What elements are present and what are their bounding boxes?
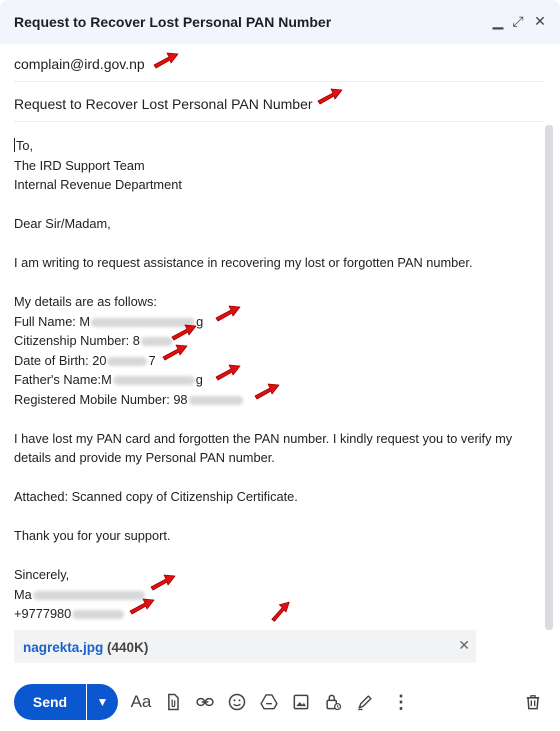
compose-titlebar: Request to Recover Lost Personal PAN Num… — [0, 0, 560, 44]
compose-title: Request to Recover Lost Personal PAN Num… — [14, 14, 332, 30]
greeting-line: To, — [16, 138, 34, 153]
emoji-icon[interactable] — [225, 690, 249, 714]
redacted-blur — [72, 610, 125, 620]
address-line-1: The IRD Support Team — [14, 157, 145, 173]
annotation-arrow-icon — [215, 364, 241, 381]
attached-note: Attached: Scanned copy of Citizenship Ce… — [14, 489, 298, 504]
salutation-line: Dear Sir/Madam, — [14, 216, 111, 231]
annotation-arrow-icon — [268, 601, 294, 623]
expand-icon[interactable]: ⤢ — [508, 10, 528, 32]
remove-attachment-icon[interactable]: ✕ — [458, 637, 470, 654]
annotation-arrow-icon — [171, 324, 197, 341]
subject-field[interactable]: Request to Recover Lost Personal PAN Num… — [14, 84, 544, 122]
link-icon[interactable] — [193, 690, 217, 714]
full-name-line: Full Name: Mg — [14, 313, 204, 329]
dob-line: Date of Birth: 20 7 — [14, 352, 156, 368]
request-line-1: I have lost my PAN card and forgotten th… — [14, 430, 513, 446]
subject-text[interactable]: Request to Recover Lost Personal PAN Num… — [14, 96, 313, 112]
annotation-arrow-icon — [162, 344, 188, 361]
drive-icon[interactable] — [257, 690, 281, 714]
text-caret — [14, 138, 15, 152]
attachment-size: (440K) — [107, 640, 149, 655]
closing-line: Sincerely, — [14, 567, 70, 582]
signature-pen-icon[interactable] — [353, 690, 377, 714]
message-body[interactable]: To, The IRD Support Team Internal Revenu… — [14, 136, 534, 624]
redacted-blur — [188, 395, 243, 405]
redacted-blur — [112, 376, 195, 386]
close-icon[interactable]: ✕ — [530, 10, 550, 32]
send-button[interactable]: Send — [14, 684, 86, 720]
attachment-name[interactable]: nagrekta.jpg (440K) — [23, 640, 148, 655]
more-options-icon[interactable]: ⋮ — [389, 690, 413, 714]
confidential-lock-icon[interactable] — [321, 690, 345, 714]
request-line-2: details and provide my Personal PAN numb… — [14, 450, 275, 465]
photo-icon[interactable] — [289, 690, 313, 714]
annotation-arrow-icon — [254, 383, 280, 400]
delete-trash-icon[interactable] — [521, 690, 545, 714]
annotation-arrow-icon — [153, 52, 179, 69]
send-options-icon[interactable]: ▼ — [87, 684, 118, 720]
redacted-blur — [107, 356, 148, 366]
annotation-arrow-icon — [129, 598, 155, 615]
annotation-arrow-icon — [215, 305, 241, 322]
attach-file-icon[interactable] — [161, 690, 185, 714]
to-recipient[interactable]: complain@ird.gov.np — [14, 56, 145, 72]
to-field[interactable]: complain@ird.gov.np — [14, 44, 544, 82]
formatting-icon[interactable]: Aa — [129, 690, 153, 714]
thanks-line: Thank you for your support. — [14, 528, 171, 543]
details-header: My details are as follows: — [14, 294, 157, 309]
annotation-arrow-icon — [317, 88, 343, 105]
attachment-chip[interactable]: nagrekta.jpg (440K) ✕ — [14, 630, 476, 663]
minimize-icon[interactable]: ▁ — [488, 10, 508, 32]
annotation-arrow-icon — [150, 574, 176, 591]
address-line-2: Internal Revenue Department — [14, 177, 182, 192]
citizenship-line: Citizenship Number: 8 — [14, 331, 534, 351]
compose-toolbar: Send ▼ Aa ⋮ — [0, 682, 560, 726]
intro-line: I am writing to request assistance in re… — [14, 255, 473, 270]
body-scrollbar[interactable] — [545, 125, 553, 630]
